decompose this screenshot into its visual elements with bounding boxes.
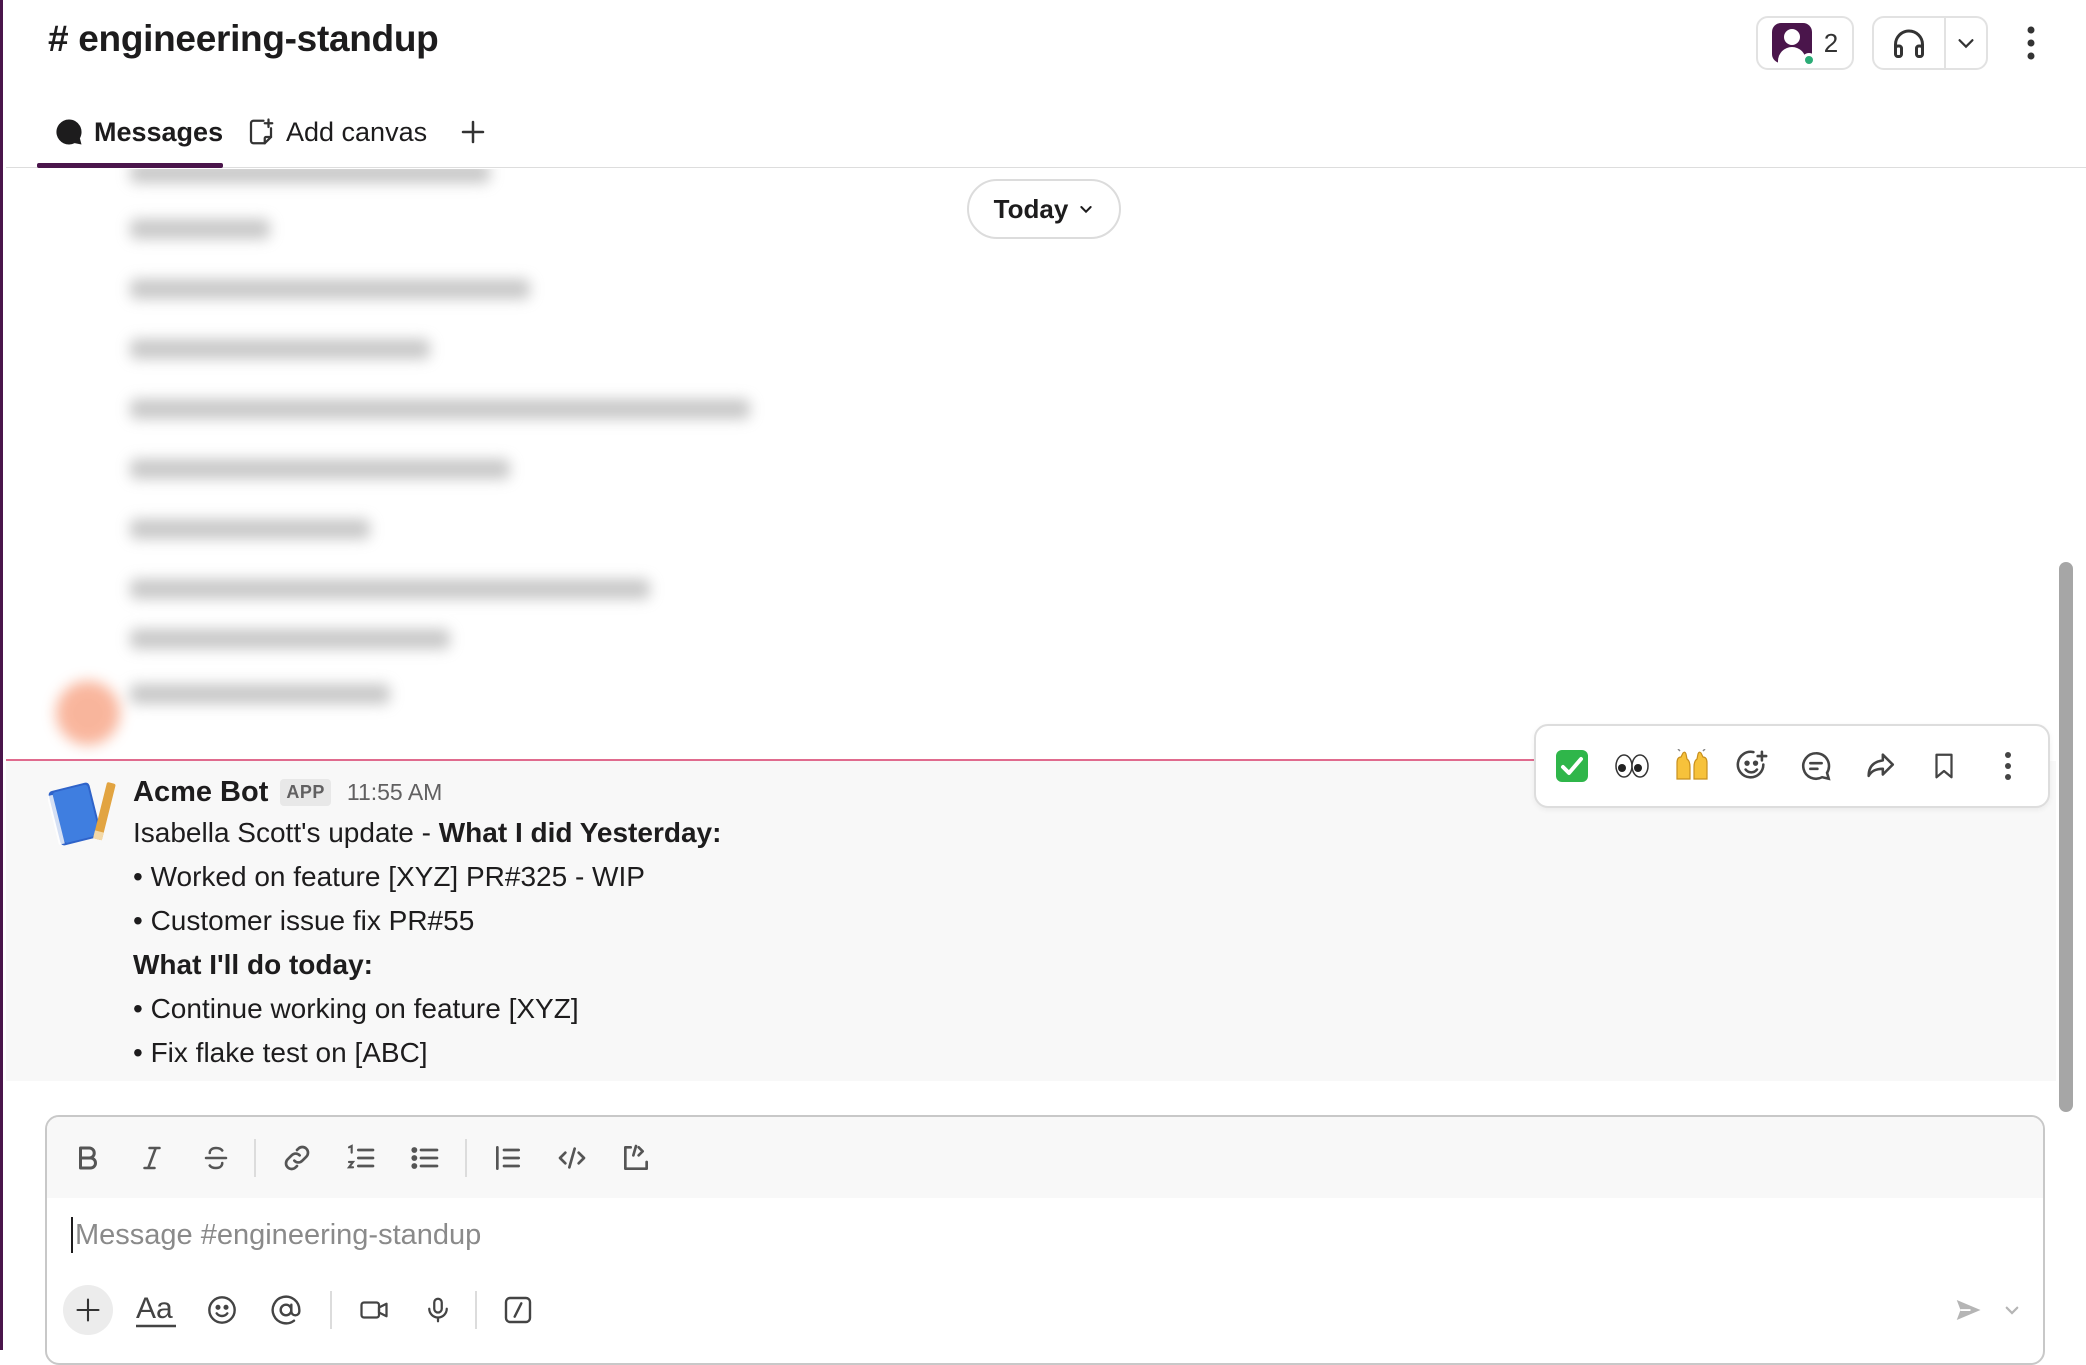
- react-check-button[interactable]: [1546, 740, 1598, 792]
- code-icon: [558, 1147, 586, 1169]
- message-bubble-icon: [56, 119, 82, 145]
- message-input[interactable]: Message #engineering-standup: [71, 1217, 481, 1253]
- composer-actions: Aa: [47, 1277, 2043, 1347]
- huddle-button[interactable]: [1874, 18, 1946, 68]
- react-eyes-button[interactable]: [1606, 740, 1658, 792]
- mention-button[interactable]: [261, 1285, 311, 1335]
- add-reaction-icon: [1736, 750, 1768, 779]
- more-actions-button[interactable]: [1982, 740, 2034, 792]
- ordered-list-icon: [346, 1144, 375, 1169]
- member-count: 2: [1823, 27, 1839, 58]
- tab-label: Add canvas: [286, 116, 428, 147]
- huddle-options-button[interactable]: [1946, 32, 1986, 54]
- message-line: • Fix flake test on [ABC]: [133, 1037, 428, 1068]
- add-reaction-button[interactable]: [1726, 740, 1778, 792]
- add-tab-button[interactable]: [458, 112, 488, 152]
- tab-add-canvas[interactable]: Add canvas: [246, 112, 427, 152]
- channel-more-button[interactable]: [2016, 20, 2046, 66]
- reply-in-thread-button[interactable]: [1790, 740, 1842, 792]
- record-audio-button[interactable]: [413, 1285, 463, 1335]
- send-icon: [1956, 1300, 1981, 1320]
- formatting-toggle-button[interactable]: Aa: [125, 1285, 189, 1335]
- channel-header: # engineering-standup 2: [6, 0, 2086, 88]
- message-list[interactable]: Today Acme Bot APP 11:55 AM Isabella Sco…: [6, 169, 2056, 1081]
- blockquote-icon: [496, 1146, 520, 1170]
- microphone-icon: [428, 1297, 448, 1323]
- send-button[interactable]: [1943, 1285, 1993, 1335]
- record-video-button[interactable]: [349, 1285, 399, 1335]
- shortcuts-button[interactable]: [493, 1285, 543, 1335]
- more-vertical-icon: [2005, 752, 2011, 780]
- eyes-emoji-icon: [1615, 754, 1649, 778]
- check-mark-emoji-icon: [1556, 750, 1588, 782]
- slash-command-icon: [504, 1296, 532, 1324]
- svg-text:Aa: Aa: [136, 1292, 173, 1325]
- bot-avatar-notebook-icon[interactable]: [48, 776, 120, 848]
- bold-icon: [79, 1146, 97, 1170]
- message-line: • Customer issue fix PR#55: [133, 905, 475, 936]
- date-divider-label: Today: [993, 193, 1069, 224]
- message-timestamp[interactable]: 11:55 AM: [347, 779, 442, 806]
- link-button[interactable]: [272, 1133, 322, 1183]
- code-block-icon: [624, 1144, 648, 1170]
- formatting-toolbar: [47, 1117, 2043, 1198]
- message-line: • Continue working on feature [XYZ]: [133, 993, 579, 1024]
- text-format-icon: Aa: [136, 1292, 176, 1328]
- reply-thread-icon: [1801, 751, 1831, 781]
- bulleted-list-button[interactable]: [400, 1133, 450, 1183]
- message-author[interactable]: Acme Bot: [133, 776, 268, 809]
- active-tab-indicator: [37, 163, 223, 168]
- strikethrough-icon: [204, 1146, 228, 1170]
- chevron-down-icon: [1958, 39, 1974, 49]
- bulleted-list-icon: [411, 1147, 439, 1169]
- at-sign-icon: [271, 1295, 301, 1325]
- plus-icon: [461, 120, 485, 144]
- message-actions-toolbar: [1534, 724, 2050, 808]
- emoji-button[interactable]: [197, 1285, 247, 1335]
- tab-messages[interactable]: Messages: [54, 112, 223, 152]
- send-options-button[interactable]: [1997, 1285, 2027, 1335]
- bold-button[interactable]: [63, 1133, 113, 1183]
- forward-message-button[interactable]: [1854, 740, 1906, 792]
- message-header: Acme Bot APP 11:55 AM: [133, 773, 442, 811]
- ordered-list-button[interactable]: [336, 1133, 386, 1183]
- blockquote-button[interactable]: [483, 1133, 533, 1183]
- tab-label: Messages: [94, 116, 224, 147]
- more-vertical-icon: [2027, 26, 2035, 60]
- forward-icon: [1867, 753, 1895, 778]
- app-window: # engineering-standup 2 Messages Add can…: [0, 0, 2086, 1365]
- react-raised-hands-button[interactable]: [1666, 740, 1718, 792]
- message-list-scrollbar[interactable]: [2059, 562, 2073, 1112]
- headphones-icon: [1894, 29, 1924, 58]
- app-badge: APP: [280, 778, 331, 806]
- chevron-down-icon: [1080, 206, 1092, 214]
- message-line: What I'll do today:: [133, 949, 373, 980]
- message-composer: Message #engineering-standup Aa: [45, 1115, 2045, 1365]
- huddle-button-group: [1872, 16, 1988, 70]
- save-for-later-button[interactable]: [1918, 740, 1970, 792]
- blurred-previous-messages: [20, 169, 920, 749]
- plus-icon: [76, 1298, 100, 1322]
- emoji-icon: [208, 1296, 236, 1324]
- message-line: Isabella Scott's update - What I did Yes…: [133, 817, 722, 848]
- member-avatar-icon: [1771, 23, 1816, 67]
- code-button[interactable]: [547, 1133, 597, 1183]
- code-block-button[interactable]: [611, 1133, 661, 1183]
- channel-title[interactable]: # engineering-standup: [48, 18, 439, 60]
- message-line: • Worked on feature [XYZ] PR#325 - WIP: [133, 861, 645, 892]
- bookmark-icon: [1935, 753, 1953, 779]
- strikethrough-button[interactable]: [191, 1133, 241, 1183]
- italic-icon: [143, 1146, 161, 1170]
- attach-button[interactable]: [63, 1285, 113, 1335]
- link-icon: [284, 1145, 310, 1171]
- channel-tabs: Messages Add canvas: [6, 94, 2086, 168]
- date-divider-button[interactable]: Today: [967, 179, 1121, 239]
- members-button[interactable]: 2: [1756, 16, 1854, 70]
- canvas-add-icon: [249, 118, 274, 145]
- italic-button[interactable]: [127, 1133, 177, 1183]
- video-camera-icon: [360, 1301, 388, 1319]
- raised-hands-emoji-icon: [1676, 749, 1708, 780]
- chevron-down-icon: [2005, 1306, 2019, 1315]
